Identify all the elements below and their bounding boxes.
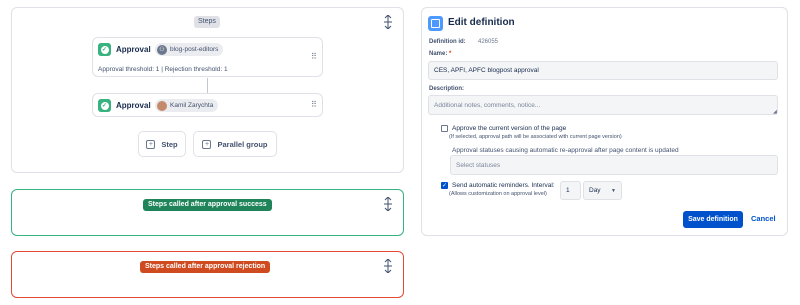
add-step-button[interactable]: + Step <box>138 131 186 157</box>
rejection-steps-panel <box>11 251 404 298</box>
resize-handle-icon[interactable]: ◢ <box>773 109 777 115</box>
definition-id-label: Definition id: <box>429 39 466 45</box>
save-definition-button[interactable]: Save definition <box>683 211 743 228</box>
approval-check-icon: ✓ <box>98 43 111 56</box>
edit-definition-icon <box>428 16 443 31</box>
add-parallel-label: Parallel group <box>217 139 268 149</box>
steps-title-chip: Steps <box>194 16 220 28</box>
group-icon: ⚇ <box>157 44 167 55</box>
interval-unit-select[interactable]: Day ▼ <box>583 181 622 200</box>
approval-check-icon: ✓ <box>98 99 111 112</box>
move-icon[interactable] <box>383 258 393 274</box>
statuses-label: Approval statuses causing automatic re-a… <box>452 147 679 154</box>
name-label: Name: * <box>429 51 452 57</box>
name-input[interactable]: CES, APFI, APFC blogpost approval <box>428 61 778 80</box>
rejection-steps-label: Steps called after approval rejection <box>140 261 271 273</box>
reminders-hint: (Allows customization on approval level) <box>449 191 547 197</box>
cancel-button[interactable]: Cancel <box>751 214 776 223</box>
assignee-chip[interactable]: Kamil Zarychta <box>155 99 219 112</box>
step-title: Approval <box>116 101 151 110</box>
success-steps-panel <box>11 189 404 236</box>
move-icon[interactable] <box>383 14 393 30</box>
statuses-select[interactable]: Select statuses <box>450 155 778 175</box>
reminders-checkbox[interactable]: ✓ <box>441 182 448 189</box>
edit-definition-title: Edit definition <box>448 17 515 28</box>
approve-current-label: Approve the current version of the page <box>452 125 567 132</box>
step-title: Approval <box>116 45 151 54</box>
success-steps-label: Steps called after approval success <box>143 199 272 211</box>
move-icon[interactable] <box>383 196 393 212</box>
description-textarea[interactable]: Additional notes, comments, notice... <box>428 95 778 115</box>
interval-input[interactable]: 1 <box>560 181 581 200</box>
description-label: Description: <box>429 86 465 92</box>
approve-current-hint: (If selected, approval path will be asso… <box>449 134 622 140</box>
assignee-name: blog-post-editors <box>170 46 219 53</box>
plus-icon: + <box>146 139 156 149</box>
approval-step-card[interactable]: ✓ Approval ⚇ blog-post-editors ⠿ Approva… <box>92 37 323 77</box>
interval-unit-value: Day <box>589 187 601 194</box>
drag-handle-icon[interactable]: ⠿ <box>311 101 317 109</box>
add-step-label: Step <box>161 139 178 149</box>
approve-current-checkbox[interactable] <box>441 125 448 132</box>
edit-definition-panel <box>421 7 788 236</box>
step-connector <box>207 78 208 93</box>
chevron-down-icon: ▼ <box>611 187 616 194</box>
threshold-text: Approval threshold: 1 | Rejection thresh… <box>98 66 228 73</box>
drag-handle-icon[interactable]: ⠿ <box>311 53 317 61</box>
assignee-chip[interactable]: ⚇ blog-post-editors <box>155 43 224 56</box>
user-avatar <box>157 100 167 111</box>
approval-step-card[interactable]: ✓ Approval Kamil Zarychta ⠿ <box>92 93 323 117</box>
add-parallel-group-button[interactable]: + Parallel group <box>193 131 277 157</box>
plus-icon: + <box>202 139 212 149</box>
assignee-name: Kamil Zarychta <box>170 102 214 109</box>
definition-id-value: 426055 <box>478 39 499 45</box>
reminders-label: Send automatic reminders. Interval: <box>452 182 555 189</box>
